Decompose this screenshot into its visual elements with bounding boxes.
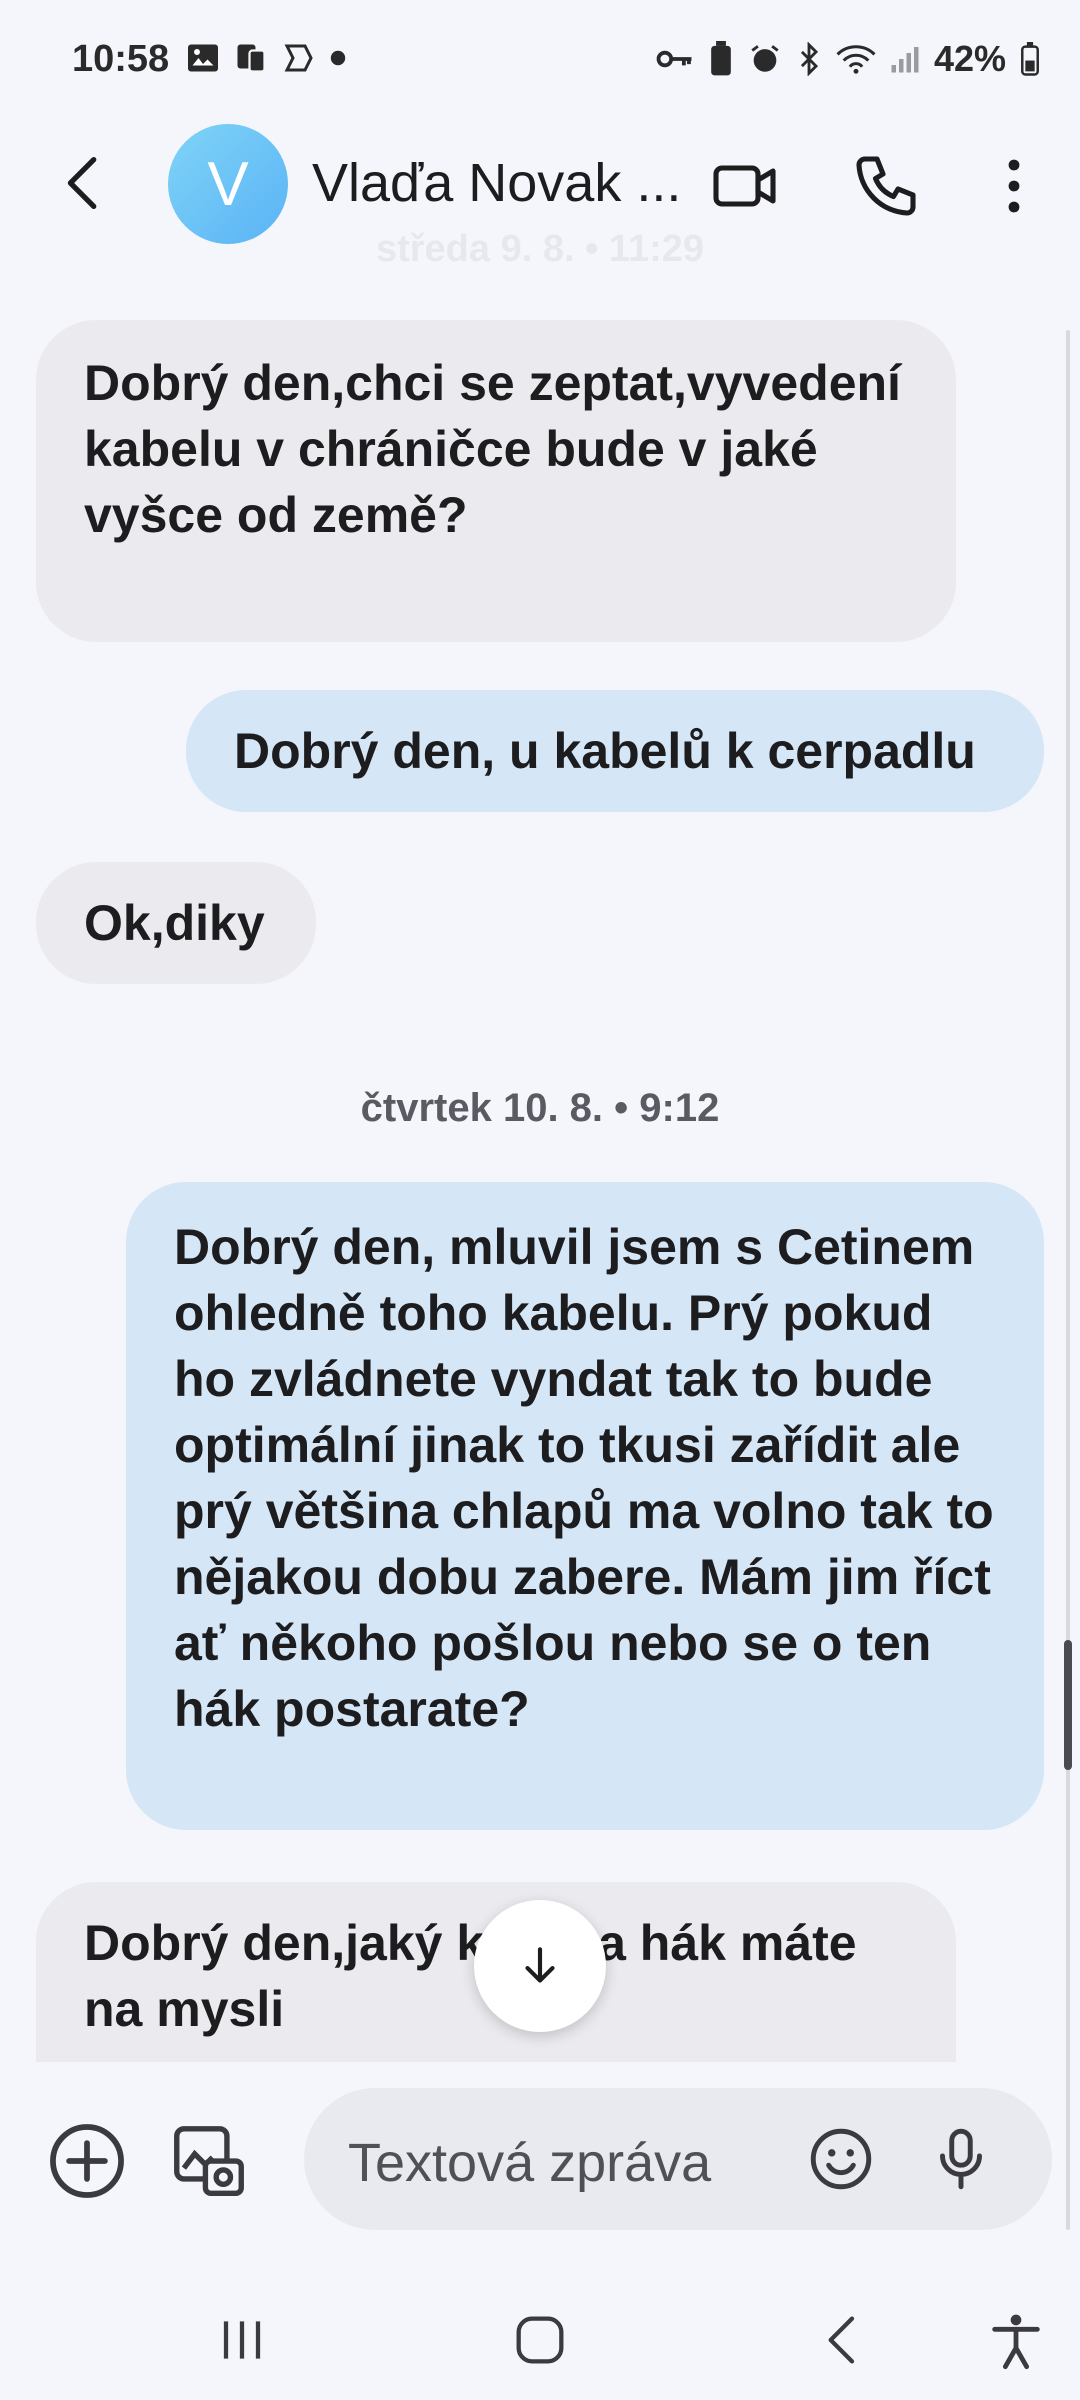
contact-avatar[interactable]: V (168, 124, 288, 244)
scroll-to-bottom-button[interactable] (474, 1900, 606, 2032)
scrollbar-track (1066, 330, 1070, 2230)
battery-icon (1020, 42, 1040, 76)
gallery-camera-icon (174, 2126, 244, 2196)
app-notification-icon (281, 40, 317, 76)
more-options-button[interactable] (978, 150, 1050, 222)
voice-input-button[interactable] (924, 2122, 998, 2196)
microphone-icon (940, 2128, 982, 2190)
bluetooth-icon (796, 42, 822, 76)
dot-icon (329, 49, 347, 67)
system-navigation-bar (0, 2270, 1080, 2400)
message-incoming[interactable]: Ok,diky (36, 862, 316, 984)
back-arrow-icon (67, 157, 97, 209)
accessibility-icon (992, 2314, 1040, 2370)
message-text: Dobrý den,jaký kabel a hák máte na mysli (84, 1915, 857, 2037)
attach-button[interactable] (44, 2118, 130, 2204)
video-call-button[interactable] (710, 150, 782, 222)
message-outgoing[interactable]: Dobrý den, u kabelů k cerpadlu (186, 690, 1044, 812)
sticky-date-label: středa 9. 8. • 11:29 (375, 228, 705, 270)
accessibility-button[interactable] (984, 2308, 1048, 2372)
message-input-placeholder: Textová zpráva (348, 2133, 712, 2193)
gallery-camera-button[interactable] (166, 2118, 252, 2204)
plus-circle-icon (50, 2124, 124, 2198)
home-button[interactable] (508, 2308, 572, 2372)
arrow-down-icon (525, 1947, 555, 1983)
more-vertical-icon (1008, 159, 1020, 213)
video-camera-icon (713, 165, 776, 207)
system-icons: 42% (656, 38, 1040, 80)
wifi-icon (836, 43, 876, 75)
message-text: Ok,diky (84, 895, 265, 951)
contact-name[interactable]: Vlaďa Novak ... (312, 152, 681, 214)
back-nav-button[interactable] (812, 2308, 876, 2372)
message-outgoing[interactable]: Dobrý den, mluvil jsem s Cetinem ohledně… (126, 1182, 1044, 1830)
battery-percentage: 42% (933, 38, 1006, 79)
message-text: Dobrý den,chci se zeptat,vyvedení kabelu… (84, 355, 901, 543)
message-composer: Textová zpráva (0, 2060, 1080, 2270)
phone-icon (856, 156, 916, 216)
emoji-button[interactable] (804, 2122, 878, 2196)
message-incoming[interactable]: Dobrý den,chci se zeptat,vyvedení kabelu… (36, 320, 956, 642)
notification-icons (185, 40, 347, 76)
gallery-icon (185, 40, 221, 76)
scrollbar-thumb[interactable] (1064, 1640, 1072, 1770)
message-text: Dobrý den, mluvil jsem s Cetinem ohledně… (174, 1219, 994, 1737)
signal-icon (890, 44, 920, 74)
status-time: 10:58 (72, 38, 170, 80)
back-button[interactable] (50, 148, 120, 218)
message-text: Dobrý den, u kabelů k cerpadlu (234, 723, 976, 779)
status-bar: 10:58 42% (0, 0, 1080, 120)
message-input[interactable]: Textová zpráva (304, 2088, 1052, 2230)
date-separator: čtvrtek 10. 8. • 9:12 (360, 1086, 720, 1130)
recent-apps-icon (223, 2321, 261, 2359)
battery-saver-icon (708, 41, 734, 77)
voice-call-button[interactable] (850, 150, 922, 222)
key-icon (656, 44, 694, 74)
home-icon (516, 2316, 564, 2364)
alarm-icon (748, 42, 782, 76)
recent-apps-button[interactable] (210, 2308, 274, 2372)
sim-icon (233, 40, 269, 76)
chevron-left-icon (828, 2316, 855, 2364)
emoji-icon (810, 2128, 872, 2190)
